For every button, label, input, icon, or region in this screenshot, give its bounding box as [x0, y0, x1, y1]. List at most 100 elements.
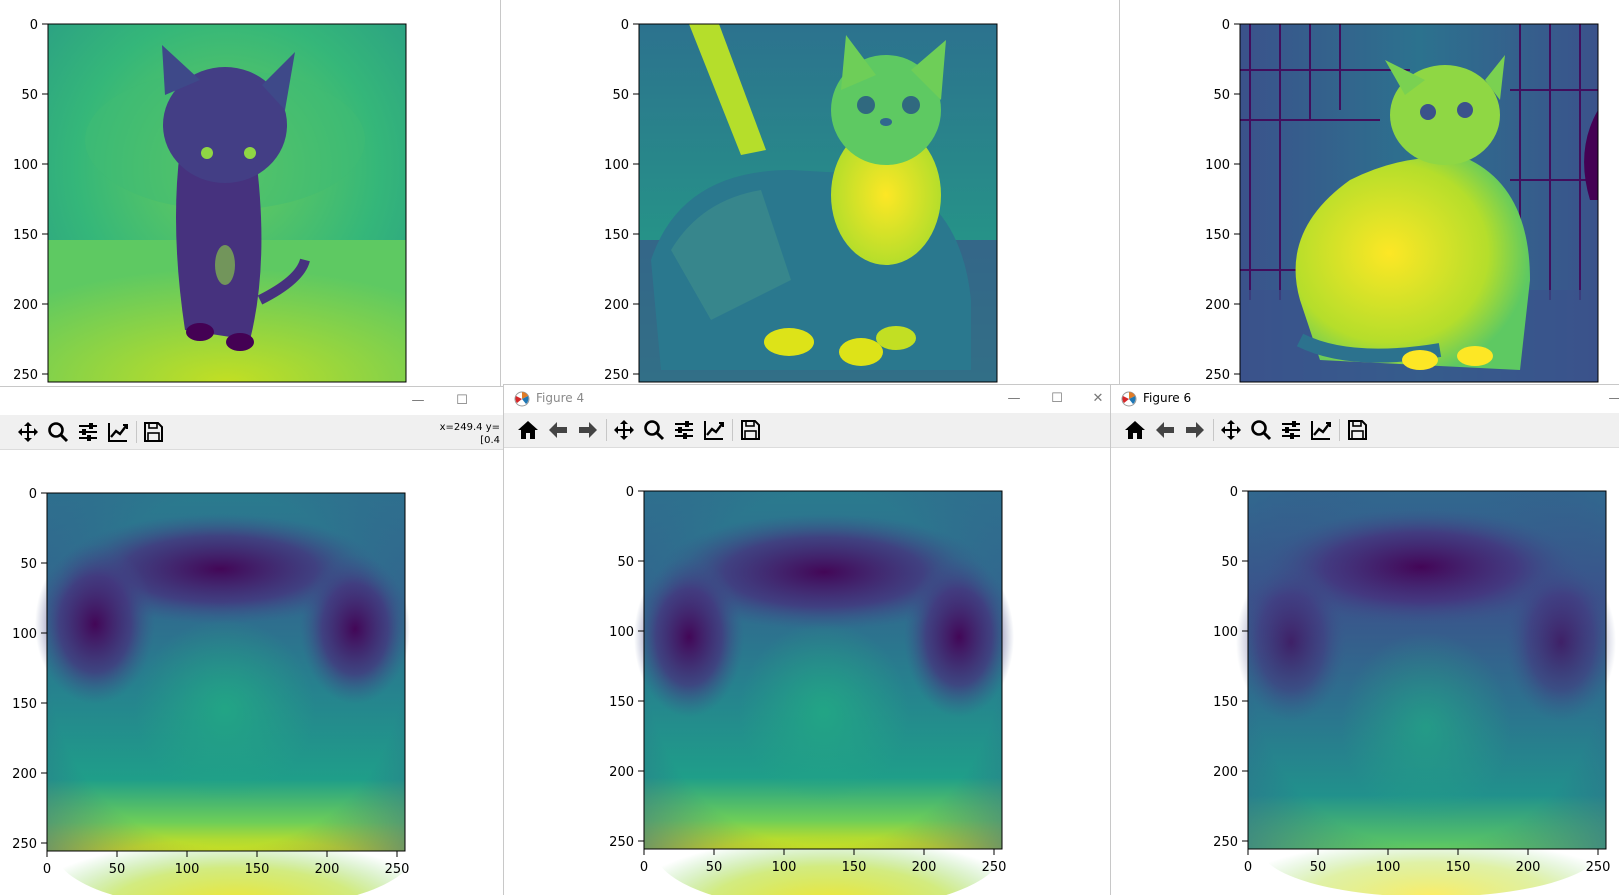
x-tick-label: 50 [706, 860, 723, 875]
back-arrow-icon[interactable] [1153, 418, 1177, 442]
heatmap-2 [634, 491, 1014, 895]
y-tick-label: 0 [1230, 485, 1238, 500]
toolbar-separator [606, 419, 607, 441]
x-tick-label: 100 [175, 862, 200, 877]
y-tick-label: 100 [1205, 158, 1230, 173]
title-bar[interactable]: — ☐ [0, 387, 503, 415]
x-tick-label: 250 [385, 862, 410, 877]
x-tick-label: 150 [842, 860, 867, 875]
title-bar[interactable]: Figure 4 — ☐ ✕ [504, 385, 1111, 413]
y-tick-label: 200 [1213, 765, 1238, 780]
image-kitten-black [48, 24, 406, 382]
figure-window-figure-6: Figure 6 — [1110, 384, 1619, 895]
maximize-button[interactable]: ☐ [452, 391, 472, 411]
heatmap-1 [35, 493, 415, 895]
zoom-icon[interactable] [642, 418, 666, 442]
top-middle-image-axes: 0 50 100 150 200 250 [501, 0, 1119, 386]
y-tick-label: 100 [604, 158, 629, 173]
x-tick-label: 200 [1516, 860, 1541, 875]
window-title: Figure 4 [536, 391, 585, 405]
figure-window-bottom-left: — ☐ x=249.4 y= [0.4 0 50 100 150 200 250… [0, 386, 503, 895]
x-tick-label: 200 [315, 862, 340, 877]
x-tick-label: 150 [245, 862, 270, 877]
figure-4-heatmap-axes: 0 50 100 150 200 250 0 50 100 150 200 25… [504, 447, 1111, 895]
zoom-icon[interactable] [1249, 418, 1273, 442]
minimize-button[interactable]: — [1605, 389, 1619, 409]
y-tick-label: 150 [1213, 695, 1238, 710]
y-tick-label: 200 [1205, 298, 1230, 313]
figure-window-top-right: 0 50 100 150 200 250 [1119, 0, 1619, 386]
toolbar-separator [1213, 419, 1214, 441]
window-title: Figure 6 [1143, 391, 1192, 405]
configure-subplots-icon[interactable] [1279, 418, 1303, 442]
figure-window-figure-4: Figure 4 — ☐ ✕ 0 50 100 150 200 250 0 50… [503, 384, 1112, 895]
bottom-left-heatmap-axes: 0 50 100 150 200 250 0 50 100 150 200 25… [0, 449, 503, 895]
minimize-button[interactable]: — [408, 391, 428, 411]
home-icon[interactable] [516, 418, 540, 442]
x-tick-label: 0 [640, 860, 648, 875]
maximize-button[interactable]: ☐ [1047, 389, 1067, 409]
top-left-image-axes: 0 50 100 150 200 250 [0, 0, 420, 383]
toolbar-separator [732, 419, 733, 441]
y-tick-label: 0 [621, 18, 629, 33]
configure-subplots-icon[interactable] [672, 418, 696, 442]
y-tick-label: 250 [1213, 835, 1238, 850]
image-kitten-tabby [639, 24, 997, 382]
y-tick-label: 250 [1205, 368, 1230, 383]
y-tick-label: 200 [12, 767, 37, 782]
y-tick-label: 200 [609, 765, 634, 780]
figure-window-top-middle: 0 50 100 150 200 250 [500, 0, 1119, 386]
x-tick-label: 150 [1446, 860, 1471, 875]
y-tick-label: 150 [1205, 228, 1230, 243]
navigation-toolbar: x=249.4 y= [0.4 [0, 415, 503, 450]
y-tick-label: 0 [1222, 18, 1230, 33]
save-icon[interactable] [1345, 418, 1369, 442]
edit-axes-icon[interactable] [702, 418, 726, 442]
forward-arrow-icon[interactable] [1183, 418, 1207, 442]
figure-6-heatmap-axes: 0 50 100 150 200 250 0 50 100 150 200 25… [1111, 447, 1619, 895]
y-tick-label: 250 [12, 837, 37, 852]
pan-icon[interactable] [612, 418, 636, 442]
edit-axes-icon[interactable] [1309, 418, 1333, 442]
minimize-button[interactable]: — [1004, 389, 1024, 409]
cursor-coordinate-readout: x=249.4 y= [0.4 [430, 421, 500, 447]
title-bar[interactable]: Figure 6 — [1111, 385, 1619, 413]
image-cat-cage [1240, 24, 1598, 382]
y-tick-label: 0 [30, 18, 38, 33]
y-tick-label: 50 [1213, 88, 1230, 103]
x-tick-label: 100 [1376, 860, 1401, 875]
y-tick-label: 0 [626, 485, 634, 500]
y-tick-label: 50 [617, 555, 634, 570]
y-tick-label: 100 [12, 627, 37, 642]
edit-axes-icon[interactable] [106, 420, 130, 444]
pan-icon[interactable] [1219, 418, 1243, 442]
x-tick-label: 200 [912, 860, 937, 875]
navigation-toolbar [1111, 413, 1619, 448]
heatmap-3 [1236, 491, 1616, 895]
forward-arrow-icon[interactable] [576, 418, 600, 442]
y-tick-label: 250 [604, 368, 629, 383]
save-icon[interactable] [738, 418, 762, 442]
x-tick-label: 0 [43, 862, 51, 877]
home-icon[interactable] [1123, 418, 1147, 442]
save-icon[interactable] [141, 420, 165, 444]
x-tick-label: 250 [982, 860, 1007, 875]
coord-line-2: [0.4 [480, 435, 500, 446]
toolbar-separator [1339, 419, 1340, 441]
zoom-icon[interactable] [46, 420, 70, 444]
y-tick-label: 50 [21, 88, 38, 103]
pan-icon[interactable] [16, 420, 40, 444]
configure-subplots-icon[interactable] [76, 420, 100, 444]
matplotlib-logo-icon [1121, 391, 1137, 407]
y-tick-label: 250 [13, 368, 38, 383]
back-arrow-icon[interactable] [546, 418, 570, 442]
y-tick-label: 100 [609, 625, 634, 640]
x-tick-label: 50 [1310, 860, 1327, 875]
top-left-y-ticks: 0 50 100 150 200 250 [13, 18, 48, 383]
x-tick-label: 250 [1586, 860, 1611, 875]
y-tick-label: 100 [1213, 625, 1238, 640]
y-tick-label: 150 [604, 228, 629, 243]
y-tick-label: 200 [13, 298, 38, 313]
close-button[interactable]: ✕ [1088, 389, 1108, 409]
top-middle-y-ticks: 0 50 100 150 200 250 [604, 18, 639, 383]
